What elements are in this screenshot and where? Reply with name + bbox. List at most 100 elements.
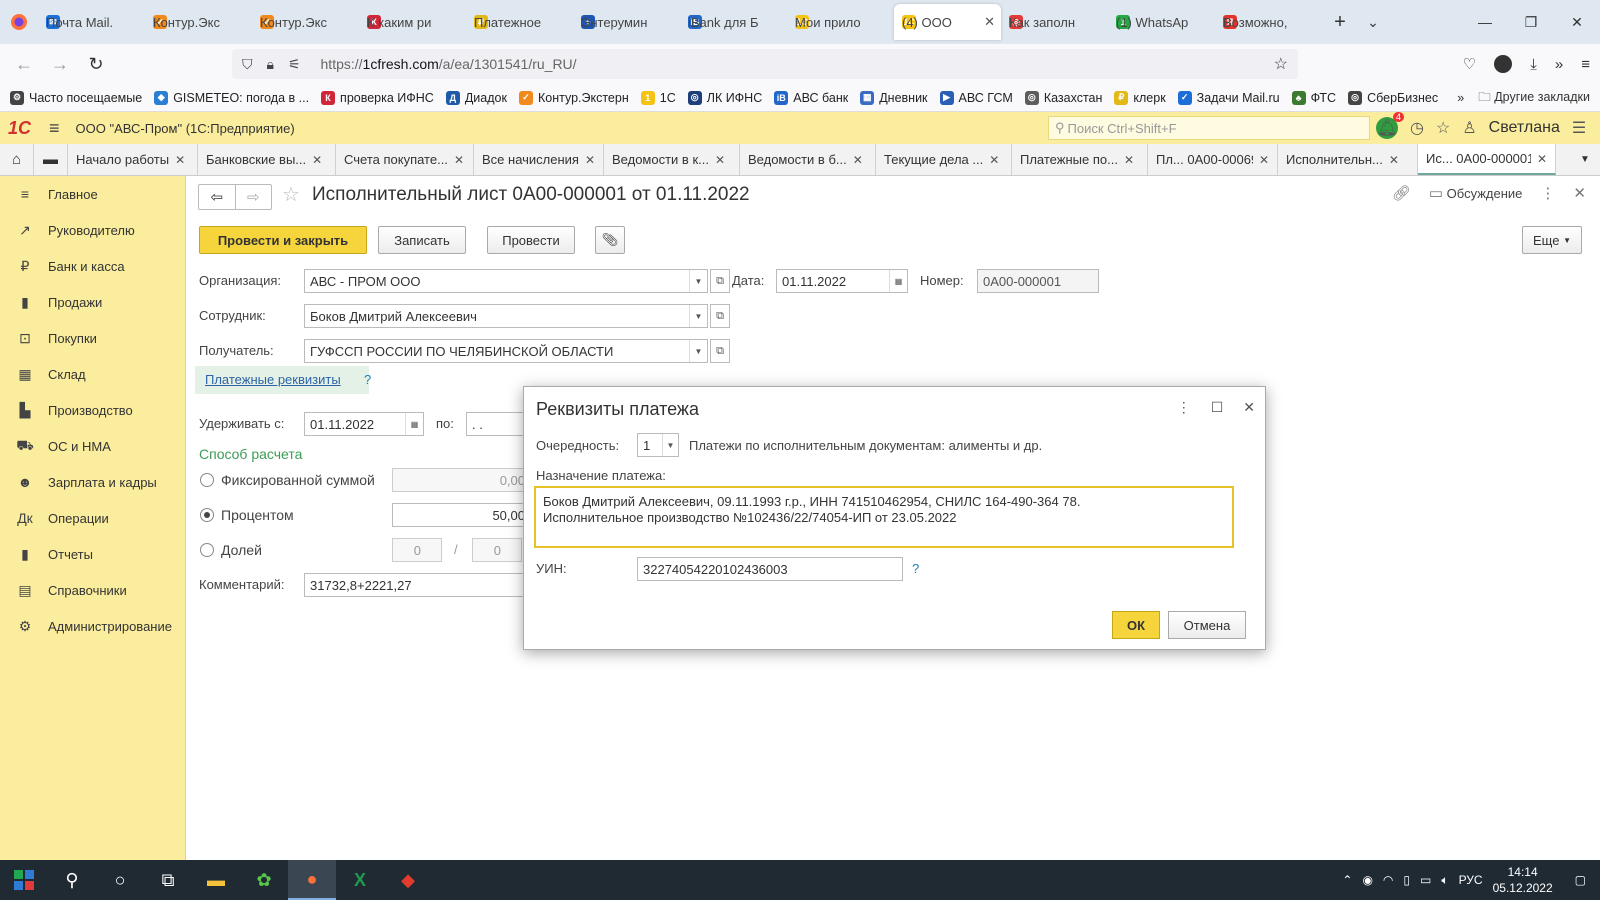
back-icon[interactable]: ←	[6, 54, 42, 75]
percent-field[interactable]: 50,00	[392, 503, 532, 527]
sidebar-item[interactable]: ⊡ Покупки	[0, 320, 185, 356]
forward-arrow-icon[interactable]: ⇨	[234, 185, 272, 209]
app-tab[interactable]: Платежные по... ✕	[1012, 144, 1148, 175]
hold-from-field[interactable]: 01.11.2022 ▦	[304, 412, 424, 436]
browser-tab[interactable]: КК каким ри	[359, 4, 466, 40]
uin-field[interactable]: 32274054220102436003	[637, 557, 903, 581]
post-button[interactable]: Провести	[487, 226, 575, 254]
add-favorite-star-icon[interactable]: ☆	[282, 182, 300, 207]
tabs-dropdown-icon[interactable]: ▼	[1570, 144, 1600, 175]
minimize-button[interactable]: —	[1462, 14, 1508, 30]
forward-icon[interactable]: →	[42, 54, 78, 75]
close-tab-icon[interactable]: ✕	[312, 153, 322, 167]
app-tab[interactable]: Все начисления ✕	[474, 144, 604, 175]
app-tab[interactable]: Счета покупате... ✕	[336, 144, 474, 175]
usb-icon[interactable]: ▯	[1403, 873, 1410, 887]
volume-icon[interactable]: 🔈︎	[1441, 873, 1448, 888]
bookmark-item[interactable]: iB АВС банк	[774, 90, 848, 105]
browser-tab[interactable]: Я Возможно,	[1215, 4, 1322, 40]
sidebar-item[interactable]: Дк Операции	[0, 500, 185, 536]
app-tab[interactable]: Ведомости в б... ✕	[740, 144, 876, 175]
post-and-close-button[interactable]: Провести и закрыть	[199, 226, 367, 254]
browser-tab[interactable]: ₽ Платежное	[466, 4, 573, 40]
notifications-bell-icon[interactable]: 🔔︎ 4	[1376, 112, 1404, 139]
browser-tab[interactable]: 1С (4) ООО ✕	[894, 4, 1001, 40]
number-field[interactable]: 0А00-000001	[977, 269, 1099, 293]
browser-tab[interactable]: ✓ Контур.Экс	[252, 4, 359, 40]
bookmark-item[interactable]: ◎ Казахстан	[1024, 90, 1102, 105]
more-vert-icon[interactable]: ⋮	[1540, 184, 1555, 202]
app-tab[interactable]: Исполнительн... ✕	[1278, 144, 1418, 175]
language-indicator[interactable]: РУС	[1459, 873, 1483, 887]
anydesk-icon[interactable]: ◆	[384, 860, 432, 900]
sidebar-item[interactable]: ⚙ Администрирование	[0, 608, 185, 644]
favorites-star-icon[interactable]: ☆	[1436, 118, 1450, 138]
close-tab-icon[interactable]: ✕	[853, 153, 863, 167]
dropdown-icon[interactable]: ▼	[689, 340, 707, 362]
close-tab-icon[interactable]: ✕	[715, 153, 725, 167]
bookmark-item[interactable]: ♣ ФТС	[1291, 90, 1336, 105]
payment-details-link[interactable]: Платежные реквизиты	[205, 372, 341, 387]
url-text[interactable]: https://1cfresh.com/a/ea/1301541/ru_RU/	[321, 56, 577, 72]
tray-chevron-icon[interactable]: ⌃	[1342, 873, 1352, 887]
ok-button[interactable]: ОК	[1112, 611, 1160, 639]
close-tab-icon[interactable]: ✕	[984, 14, 995, 30]
calendar-icon[interactable]: ▦	[405, 413, 423, 435]
network-icon[interactable]: ◠	[1383, 873, 1393, 887]
home-icon[interactable]: ⌂	[0, 144, 34, 175]
dropdown-icon[interactable]: ▼	[689, 270, 707, 292]
percent-radio[interactable]	[200, 508, 214, 522]
cancel-button[interactable]: Отмена	[1168, 611, 1246, 639]
bookmark-item[interactable]: ▶ АВС ГСМ	[939, 90, 1013, 105]
close-tab-icon[interactable]: ✕	[1259, 153, 1269, 167]
account-avatar[interactable]: T	[1494, 55, 1513, 73]
browser-tab[interactable]: ◎ Как заполн	[1001, 4, 1108, 40]
downloads-icon[interactable]: ⤓	[1530, 56, 1537, 73]
sidebar-item[interactable]: ▙ Производство	[0, 392, 185, 428]
comment-field[interactable]: 31732,8+2221,27	[304, 573, 554, 597]
app-tab[interactable]: Пл... 0А00-000696 ✕	[1148, 144, 1278, 175]
bookmark-item[interactable]: Д Диадок	[445, 90, 507, 105]
app-tab[interactable]: Ведомости в к... ✕	[604, 144, 740, 175]
browser-tab[interactable]: ✉ Почта Mail.	[38, 4, 145, 40]
browser-tab[interactable]: 1С Мои прило	[787, 4, 894, 40]
fixed-amount-field[interactable]: 0,00	[392, 468, 532, 492]
browser-tab[interactable]: 1 (1) WhatsAp	[1108, 4, 1215, 40]
share-denominator-field[interactable]: 0	[472, 538, 522, 562]
sidebar-item[interactable]: ⛟ ОС и НМА	[0, 428, 185, 464]
calendar-icon[interactable]: ▦	[889, 270, 907, 292]
bookmark-item[interactable]: Кпроверка ИФНС	[321, 90, 434, 105]
pocket-icon[interactable]: ♡	[1463, 55, 1476, 73]
sidebar-item[interactable]: ☻ Зарплата и кадры	[0, 464, 185, 500]
dropdown-icon[interactable]: ▼	[689, 305, 707, 327]
global-search-input[interactable]: ⚲ Поиск Ctrl+Shift+F	[1048, 116, 1370, 140]
clock[interactable]: 14:14 05.12.2022	[1493, 864, 1553, 896]
discussion-button[interactable]: ▭ Обсуждение	[1429, 184, 1523, 202]
close-tab-icon[interactable]: ✕	[1537, 152, 1547, 166]
menu-icon[interactable]: ≡	[1581, 56, 1590, 73]
new-tab-button[interactable]: +	[1322, 11, 1358, 34]
close-tab-icon[interactable]: ✕	[454, 153, 464, 167]
bookmark-item[interactable]: ✓ Контур.Экстерн	[518, 90, 629, 105]
sidebar-item[interactable]: ▤ Справочники	[0, 572, 185, 608]
more-button[interactable]: Еще ▼	[1522, 226, 1582, 254]
fixed-amount-radio[interactable]	[200, 473, 214, 487]
purpose-textarea[interactable]: Боков Дмитрий Алексеевич, 09.11.1993 г.р…	[534, 486, 1234, 548]
share-numerator-field[interactable]: 0	[392, 538, 442, 562]
bookmark-item[interactable]: ◎ СберБизнес	[1348, 90, 1438, 105]
bookmark-item[interactable]: ◎ ЛК ИФНС	[687, 90, 762, 105]
user-icon[interactable]: ♙	[1462, 118, 1476, 138]
open-icon[interactable]: ⧉	[710, 304, 730, 328]
bookmarks-overflow-icon[interactable]: »	[1457, 91, 1464, 105]
other-bookmarks[interactable]: 🗀︎ Другие закладки	[1478, 88, 1590, 109]
close-icon[interactable]: ✕	[1243, 399, 1255, 416]
bookmark-item[interactable]: ✓ Задачи Mail.ru	[1177, 90, 1280, 105]
share-radio[interactable]	[200, 543, 214, 557]
shield-icon[interactable]: ⛉	[242, 56, 253, 73]
extensions-overflow-icon[interactable]: »	[1555, 56, 1563, 73]
close-tab-icon[interactable]: ✕	[585, 153, 595, 167]
search-icon[interactable]: ⚲	[48, 860, 96, 900]
organization-field[interactable]: АВС - ПРОМ ООО ▼	[304, 269, 708, 293]
app-tab[interactable]: Текущие дела ... ✕	[876, 144, 1012, 175]
bookmark-item[interactable]: ₽ клерк	[1114, 90, 1166, 105]
